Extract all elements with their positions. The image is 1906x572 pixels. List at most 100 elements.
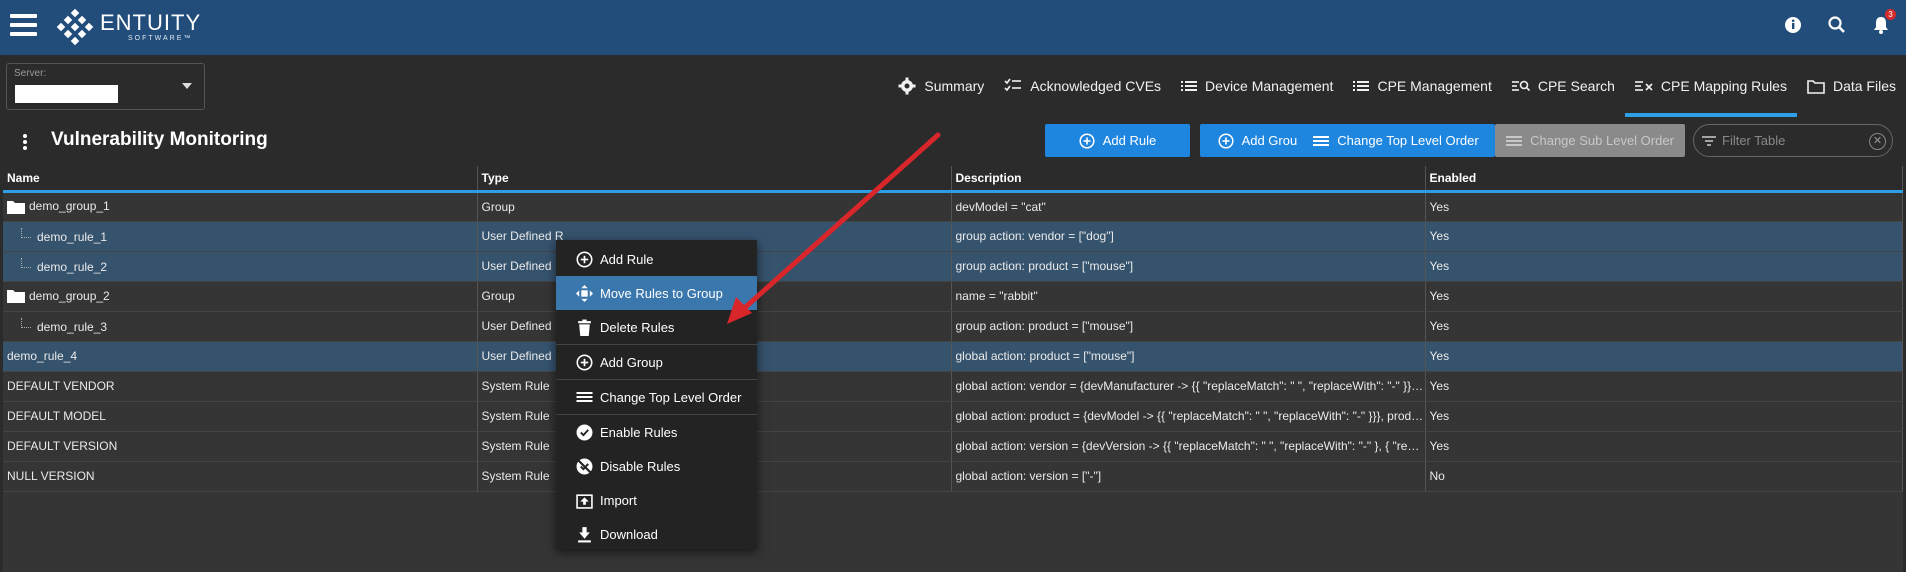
tab-data-files-label: Data Files <box>1832 78 1896 94</box>
server-select[interactable]: Server: <box>6 63 205 110</box>
server-label: Server: <box>14 68 47 79</box>
context-menu: Add Rule Move Rules to Group Delete Rule… <box>556 240 757 549</box>
menu-item-disable-rules[interactable]: Disable Rules <box>556 449 757 483</box>
row-enabled: Yes <box>1425 191 1903 222</box>
menu-item-label: Download <box>600 526 658 542</box>
change-top-level-order-label: Change Top Level Order <box>1337 133 1479 148</box>
change-sub-level-order-label: Change Sub Level Order <box>1530 133 1674 148</box>
info-icon[interactable] <box>1782 14 1804 36</box>
row-name: demo_rule_4 <box>3 341 478 372</box>
table-row[interactable]: DEFAULT MODEL System Rule global action:… <box>3 401 1903 432</box>
tab-cpe-search[interactable]: CPE Search <box>1502 55 1625 117</box>
trash-icon <box>578 319 591 336</box>
list-icon <box>1353 81 1370 91</box>
row-description: name = "rabbit" <box>951 281 1426 312</box>
logo-name: ENTUITY <box>100 10 202 35</box>
table-row[interactable]: demo_group_1 Group devModel = "cat" Yes <box>3 191 1903 222</box>
table-row[interactable]: NULL VERSION System Rule global action: … <box>3 461 1903 492</box>
sub-bar: Server: Summary Acknowledged CVEs Device… <box>0 55 1906 117</box>
row-enabled: Yes <box>1425 371 1903 402</box>
table-row[interactable]: DEFAULT VENDOR System Rule global action… <box>3 371 1903 402</box>
folder-icon <box>1807 79 1825 94</box>
row-description: global action: vendor = {devManufacturer… <box>951 371 1426 402</box>
filter-input[interactable] <box>1722 133 1862 148</box>
tab-device-management[interactable]: Device Management <box>1171 55 1343 117</box>
tab-summary-label: Summary <box>924 78 985 94</box>
add-rule-label: Add Rule <box>1102 133 1157 148</box>
move-icon <box>576 284 593 302</box>
row-enabled: Yes <box>1425 281 1903 312</box>
table-row[interactable]: DEFAULT VERSION System Rule global actio… <box>3 431 1903 462</box>
clear-filter-icon[interactable]: ✕ <box>1869 133 1886 150</box>
top-bar: ENTUITY SOFTWARE™ 3 <box>0 0 1906 55</box>
tab-cpe-management-label: CPE Management <box>1377 78 1492 94</box>
search-icon[interactable] <box>1826 14 1848 36</box>
row-enabled: Yes <box>1425 341 1903 372</box>
menu-item-download[interactable]: Download <box>556 517 757 551</box>
tab-cpe-management[interactable]: CPE Management <box>1343 55 1501 117</box>
tab-data-files[interactable]: Data Files <box>1797 55 1906 117</box>
notifications-bell-icon[interactable]: 3 <box>1870 9 1896 36</box>
more-options-icon[interactable] <box>23 134 27 152</box>
row-description: global action: version = ["-"] <box>951 461 1426 492</box>
column-header-enabled[interactable]: Enabled <box>1425 166 1903 193</box>
menu-item-label: Move Rules to Group <box>600 285 723 301</box>
hamburger-menu-icon[interactable] <box>10 14 37 36</box>
menu-item-label: Add Group <box>600 354 663 370</box>
logo-sub: SOFTWARE™ <box>128 35 193 42</box>
table-row[interactable]: demo_group_2 Group name = "rabbit" Yes <box>3 281 1903 312</box>
menu-item-add-rule[interactable]: Add Rule <box>556 242 757 276</box>
folder-icon <box>7 290 25 304</box>
server-value[interactable] <box>15 85 118 103</box>
tree-line <box>21 318 31 328</box>
table-row[interactable]: demo_rule_3 User Defined group action: p… <box>3 311 1903 342</box>
menu-item-add-group[interactable]: Add Group <box>556 345 757 379</box>
import-icon <box>576 493 593 509</box>
check-circle-icon <box>576 424 593 440</box>
menu-item-delete-rules[interactable]: Delete Rules <box>556 310 757 344</box>
menu-item-change-top-level-order[interactable]: Change Top Level Order <box>556 380 757 414</box>
mapping-icon <box>1634 81 1653 91</box>
menu-item-import[interactable]: Import <box>556 483 757 517</box>
row-name: DEFAULT MODEL <box>3 401 478 432</box>
tab-acknowledged-cves[interactable]: Acknowledged CVEs <box>994 55 1171 117</box>
menu-item-label: Enable Rules <box>600 424 678 440</box>
row-description: group action: vendor = ["dog"] <box>951 221 1426 252</box>
row-enabled: Yes <box>1425 431 1903 462</box>
tab-summary[interactable]: Summary <box>888 55 994 117</box>
row-description: group action: product = ["mouse"] <box>951 311 1426 342</box>
menu-item-label: Delete Rules <box>600 319 675 335</box>
row-description: global action: product = {devModel -> {{… <box>951 401 1426 432</box>
list-icon <box>1313 135 1330 146</box>
disable-icon <box>576 458 593 474</box>
table-row[interactable]: demo_rule_4 User Defined global action: … <box>3 341 1903 372</box>
row-name: demo_rule_2 <box>37 260 108 274</box>
add-rule-button[interactable]: Add Rule <box>1045 124 1190 157</box>
row-name: DEFAULT VENDOR <box>3 371 478 402</box>
row-description: global action: version = {devVersion -> … <box>951 431 1426 462</box>
row-enabled: Yes <box>1425 401 1903 432</box>
notification-badge: 3 <box>1885 9 1896 20</box>
column-header-description[interactable]: Description <box>951 166 1426 193</box>
menu-item-move-rules-to-group[interactable]: Move Rules to Group <box>556 276 757 310</box>
row-name: demo_rule_1 <box>37 230 108 244</box>
row-name: NULL VERSION <box>3 461 478 492</box>
tab-device-management-label: Device Management <box>1205 78 1334 94</box>
tab-cpe-mapping-rules[interactable]: CPE Mapping Rules <box>1624 55 1798 117</box>
column-header-name[interactable]: Name <box>3 166 478 193</box>
toolbar: Vulnerability Monitoring Add Rule Add Gr… <box>3 117 1903 166</box>
table-row[interactable]: demo_rule_1 User Defined R group action:… <box>3 221 1903 252</box>
row-enabled: No <box>1425 461 1903 492</box>
column-header-type[interactable]: Type <box>477 166 952 193</box>
menu-item-enable-rules[interactable]: Enable Rules <box>556 415 757 449</box>
tree-line <box>21 228 31 238</box>
tab-cpe-search-label: CPE Search <box>1537 78 1615 94</box>
change-sub-level-order-button[interactable]: Change Sub Level Order <box>1495 124 1685 157</box>
tree-line <box>21 258 31 268</box>
change-top-level-order-button[interactable]: Change Top Level Order <box>1297 124 1495 157</box>
filter-table[interactable]: ✕ <box>1693 124 1893 157</box>
tab-cpe-mapping-rules-label: CPE Mapping Rules <box>1660 78 1787 94</box>
chevron-down-icon[interactable] <box>182 83 192 89</box>
table-row[interactable]: demo_rule_2 User Defined group action: p… <box>3 251 1903 282</box>
add-circle-icon <box>576 353 593 371</box>
